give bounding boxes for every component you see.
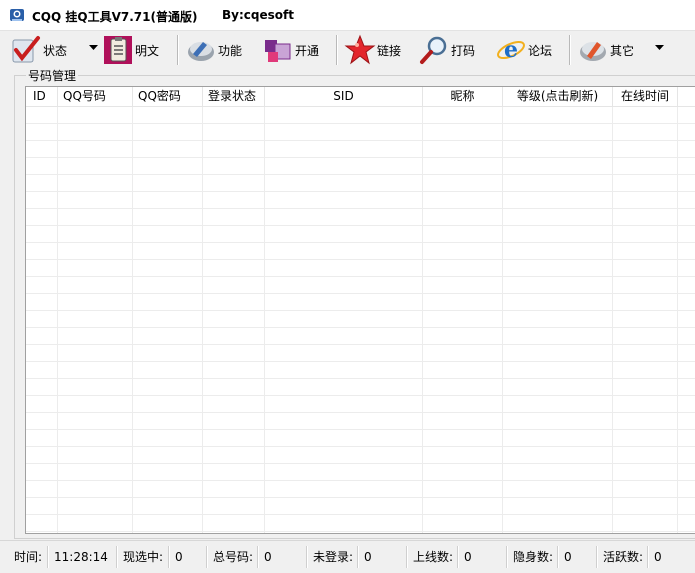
function-button-label: 功能 xyxy=(218,43,243,58)
clipboard-icon xyxy=(104,36,132,64)
statusbar-separator xyxy=(357,546,359,568)
statusbar-separator xyxy=(257,546,259,568)
toolbar-separator xyxy=(177,35,179,65)
grid-column-line xyxy=(132,107,133,533)
column-header-login-status[interactable]: 登录状态 xyxy=(203,87,265,106)
statusbar-separator xyxy=(306,546,308,568)
toolbar: 状态 明文 功能 开通 链接 打码 e 论坛 其它 xyxy=(0,31,695,69)
plaintext-button-label: 明文 xyxy=(135,43,160,58)
column-header-qq-number[interactable]: QQ号码 xyxy=(58,87,133,106)
hidden-label: 隐身数: xyxy=(513,550,554,564)
svg-text:e: e xyxy=(504,37,518,63)
magnifier-icon xyxy=(420,36,447,64)
forum-button[interactable]: e 论坛 xyxy=(495,33,552,67)
window-title: CQQ 挂Q工具V7.71(普通版) xyxy=(32,10,198,24)
selected-value: 0 xyxy=(175,550,183,564)
not-logged-value: 0 xyxy=(364,550,372,564)
active-label: 活跃数: xyxy=(603,550,644,564)
status-check-icon xyxy=(12,36,40,63)
grid-column-line xyxy=(202,107,203,533)
status-bar: 时间: 11:28:14 现选中: 0 总号码: 0 未登录: 0 上线数: 0… xyxy=(0,540,695,573)
column-header-nickname[interactable]: 昵称 xyxy=(423,87,503,106)
grid-column-line xyxy=(57,107,58,533)
grid-column-line xyxy=(422,107,423,533)
statusbar-separator xyxy=(647,546,649,568)
grid-column-line xyxy=(502,107,503,533)
account-group-label: 号码管理 xyxy=(26,67,79,84)
column-header-level[interactable]: 等级(点击刷新) xyxy=(503,87,613,106)
account-list[interactable]: ID QQ号码 QQ密码 登录状态 SID 昵称 等级(点击刷新) 在线时间 xyxy=(25,86,695,534)
app-logo-icon xyxy=(10,9,24,21)
statusbar-separator xyxy=(206,546,208,568)
open-service-icon xyxy=(265,40,291,62)
column-header-online-time[interactable]: 在线时间 xyxy=(613,87,678,106)
online-value: 0 xyxy=(464,550,472,564)
other-dropdown-icon[interactable] xyxy=(655,45,664,51)
time-value: 11:28:14 xyxy=(54,550,108,564)
list-grid xyxy=(26,107,695,533)
statusbar-separator xyxy=(596,546,598,568)
total-value: 0 xyxy=(264,550,272,564)
other-button-label: 其它 xyxy=(610,43,635,58)
status-button-label: 状态 xyxy=(43,43,68,58)
statusbar-separator xyxy=(506,546,508,568)
status-button[interactable]: 状态 xyxy=(10,33,67,67)
online-label: 上线数: xyxy=(413,550,454,564)
grid-column-line xyxy=(264,107,265,533)
hidden-value: 0 xyxy=(564,550,572,564)
account-list-header: ID QQ号码 QQ密码 登录状态 SID 昵称 等级(点击刷新) 在线时间 xyxy=(26,87,695,107)
function-button[interactable]: 功能 xyxy=(185,33,242,67)
statusbar-separator xyxy=(557,546,559,568)
grid-column-line xyxy=(677,107,678,533)
open-service-button[interactable]: 开通 xyxy=(262,33,319,67)
toolbar-separator xyxy=(569,35,571,65)
forum-button-label: 论坛 xyxy=(528,43,553,58)
statusbar-separator xyxy=(116,546,118,568)
statusbar-separator xyxy=(457,546,459,568)
time-label: 时间: xyxy=(14,550,43,564)
column-header-qq-password[interactable]: QQ密码 xyxy=(133,87,203,106)
link-button[interactable]: 链接 xyxy=(344,33,401,67)
active-value: 0 xyxy=(654,550,662,564)
total-label: 总号码: xyxy=(213,550,254,564)
status-dropdown-icon[interactable] xyxy=(89,45,98,51)
forum-ie-icon: e xyxy=(497,37,525,63)
captcha-button-label: 打码 xyxy=(451,43,476,58)
statusbar-separator xyxy=(47,546,49,568)
captcha-button[interactable]: 打码 xyxy=(418,33,475,67)
column-header-sid[interactable]: SID xyxy=(265,87,423,106)
link-button-label: 链接 xyxy=(377,43,402,58)
window-author: By:cqesoft xyxy=(222,8,294,22)
other-button[interactable]: 其它 xyxy=(577,33,634,67)
plaintext-button[interactable]: 明文 xyxy=(102,33,159,67)
title-bar: CQQ 挂Q工具V7.71(普通版) By:cqesoft xyxy=(0,0,695,31)
star-link-icon xyxy=(344,34,376,65)
not-logged-label: 未登录: xyxy=(313,550,354,564)
statusbar-separator xyxy=(168,546,170,568)
other-icon xyxy=(580,42,606,61)
column-header-id[interactable]: ID xyxy=(26,87,58,106)
open-service-button-label: 开通 xyxy=(295,43,320,58)
statusbar-separator xyxy=(406,546,408,568)
toolbar-separator xyxy=(336,35,338,65)
grid-column-line xyxy=(612,107,613,533)
selected-label: 现选中: xyxy=(123,550,164,564)
function-icon xyxy=(188,42,214,61)
